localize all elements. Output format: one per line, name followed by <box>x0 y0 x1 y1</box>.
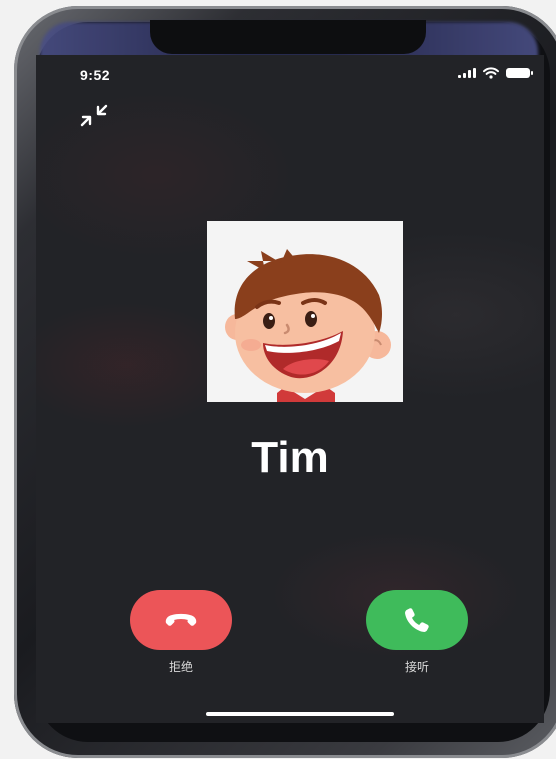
decline-button[interactable] <box>130 590 232 650</box>
status-time: 9:52 <box>80 67 111 83</box>
status-icons <box>458 67 533 79</box>
caller-avatar <box>207 221 403 402</box>
accept-button[interactable] <box>366 590 468 650</box>
cellular-signal-icon <box>458 68 476 78</box>
hang-up-phone-icon <box>165 613 197 626</box>
battery-icon <box>506 68 533 78</box>
accept-label: 接听 <box>404 660 429 674</box>
phone-mockup: 9:52 Tim 拒绝 接听 <box>0 0 556 759</box>
decline-label: 拒绝 <box>168 660 193 674</box>
caller-name: Tim <box>251 433 329 482</box>
phone-notch <box>150 20 426 54</box>
wifi-icon <box>483 67 499 79</box>
phone-icon <box>405 608 429 632</box>
home-indicator[interactable] <box>206 712 394 716</box>
cartoon-boy-avatar <box>207 221 403 402</box>
incoming-call-screen: 9:52 Tim 拒绝 接听 <box>36 55 544 723</box>
collapse-button[interactable] <box>76 103 112 129</box>
collapse-arrows-icon <box>80 104 108 127</box>
